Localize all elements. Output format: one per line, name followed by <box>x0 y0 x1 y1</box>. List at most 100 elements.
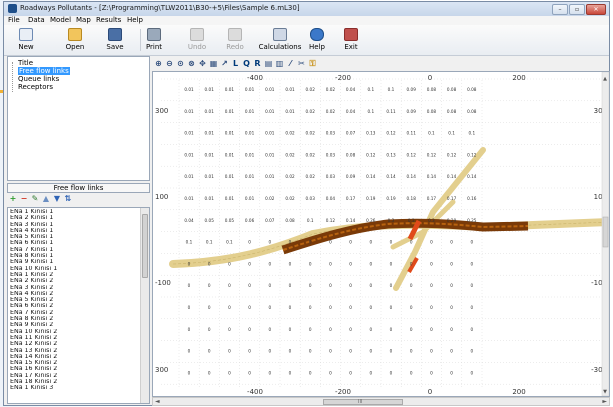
sort-icon[interactable]: ⇅ <box>64 195 72 203</box>
receptor-value: 0.09 <box>407 87 417 92</box>
receptor-value: 0.01 <box>205 131 215 136</box>
remove-icon[interactable]: − <box>20 195 28 203</box>
key-icon[interactable]: ⚿ <box>308 59 317 68</box>
link-list-item[interactable]: ENâ 1 Kinisi 3 <box>10 385 138 391</box>
receptor-value: 0.13 <box>386 152 396 157</box>
map-horizontal-scrollbar[interactable]: ◄ III ► <box>152 397 610 406</box>
links-list-scroll-thumb[interactable] <box>142 214 148 278</box>
receptor-value: 0.05 <box>205 218 215 223</box>
receptor-value: 0.01 <box>265 174 275 179</box>
menu-map[interactable]: Map <box>76 16 91 25</box>
receptor-value: 0 <box>470 327 473 332</box>
scroll-right-icon[interactable]: ► <box>602 398 607 405</box>
receptor-value: 0 <box>349 240 352 245</box>
receptor-value: 0 <box>268 370 271 375</box>
tree-item-receptors[interactable]: Receptors <box>18 83 53 91</box>
receptor-value: 0 <box>349 327 352 332</box>
receptor-value: 0.01 <box>205 87 215 92</box>
receptor-value: 0.11 <box>407 131 417 136</box>
tree-item-title[interactable]: Title <box>18 59 33 67</box>
receptor-value: 0.01 <box>205 196 215 201</box>
edit-icon[interactable]: ✎ <box>31 195 39 203</box>
links-list-scrollbar[interactable] <box>140 208 149 403</box>
tree-item-queue-links[interactable]: Queue links <box>18 75 59 83</box>
receptor-value: 0.26 <box>366 218 376 223</box>
receptor-value: 0.17 <box>447 196 457 201</box>
erase-icon[interactable]: ✂ <box>297 59 306 68</box>
zoom-window-icon[interactable]: ⊙ <box>176 59 185 68</box>
receptor-value: 0.03 <box>326 152 336 157</box>
receptor-value: 0 <box>289 261 292 266</box>
receptor-tool-icon[interactable]: R <box>253 59 262 68</box>
print-button[interactable]: Print <box>134 27 174 53</box>
receptor-value: 0 <box>430 349 433 354</box>
receptor-value: 0 <box>369 305 372 310</box>
receptor-value: 0.01 <box>225 174 235 179</box>
new-label: New <box>18 43 34 51</box>
add-icon[interactable]: + <box>9 195 17 203</box>
open-button[interactable]: Open <box>55 27 95 53</box>
menu-data[interactable]: Data <box>28 16 45 25</box>
undo-button[interactable]: Undo <box>177 27 217 53</box>
move-up-icon[interactable]: ▲ <box>42 195 50 203</box>
receptor-value: 0.14 <box>447 174 457 179</box>
scroll-left-icon[interactable]: ◄ <box>155 398 160 405</box>
draw-link-icon[interactable]: ⁄ <box>286 59 295 68</box>
receptor-value: 0 <box>349 370 352 375</box>
links-list: ENâ 1 Kinisi 1 ENâ 2 Kinisi 1 ENâ 3 Kinisi… <box>7 207 150 404</box>
menu-file[interactable]: File <box>8 16 20 25</box>
axis-label-left: -100 <box>155 279 171 287</box>
receptor-value: 0 <box>208 261 211 266</box>
map-drawing[interactable]: -400 -200 0 200-400 -200 0 200300100-100300300… <box>153 72 609 396</box>
menu-model[interactable]: Model <box>50 16 71 25</box>
receptor-value: 0 <box>248 305 251 310</box>
minimize-button[interactable]: – <box>552 4 568 15</box>
receptor-value: 0 <box>450 349 453 354</box>
receptor-value: 0 <box>268 261 271 266</box>
receptor-grid-icon[interactable]: ▥ <box>275 59 284 68</box>
tree-item-free-flow-links[interactable]: Free flow links <box>18 67 70 75</box>
menu-bar: File Data Model Map Results Help <box>4 16 609 25</box>
queue-tool-icon[interactable]: Q <box>242 59 251 68</box>
maximize-button[interactable]: ▫ <box>569 4 585 15</box>
receptor-value: 0 <box>228 327 231 332</box>
link-tool-icon[interactable]: L <box>231 59 240 68</box>
redo-button[interactable]: Redo <box>215 27 255 53</box>
model-tree: Title Free flow links Queue links Recept… <box>7 56 150 181</box>
receptor-value: 0 <box>188 349 191 354</box>
map-canvas[interactable]: -400 -200 0 200 -400 -200 0 200 300 100 -100 300 300… <box>152 71 610 397</box>
pan-icon[interactable]: ✥ <box>198 59 207 68</box>
title-bar[interactable]: Roadways Pollutants - [Z:\Programming\TL… <box>4 2 609 17</box>
receptor-value: 0 <box>390 283 393 288</box>
receptor-value: 0.08 <box>427 109 437 114</box>
zoom-in-icon[interactable]: ⊕ <box>154 59 163 68</box>
grid-labels-icon[interactable]: ▤ <box>264 59 273 68</box>
receptor-value: 0.04 <box>346 87 356 92</box>
receptor-value: 0 <box>430 283 433 288</box>
new-button[interactable]: New <box>6 27 46 53</box>
receptor-value: 0.05 <box>225 218 235 223</box>
move-down-icon[interactable]: ▼ <box>53 195 61 203</box>
receptor-value: 0 <box>228 370 231 375</box>
zoom-extents-icon[interactable]: ⊗ <box>187 59 196 68</box>
save-button[interactable]: Save <box>95 27 135 53</box>
receptor-value: 0 <box>188 370 191 375</box>
receptor-value: 0 <box>289 349 292 354</box>
close-button[interactable]: ✕ <box>586 4 606 15</box>
background-map-icon[interactable]: ▦ <box>209 59 218 68</box>
receptor-value: 0 <box>369 349 372 354</box>
receptor-value: 0.01 <box>205 109 215 114</box>
zoom-out-icon[interactable]: ⊖ <box>165 59 174 68</box>
measure-icon[interactable]: ↗ <box>220 59 229 68</box>
map-scroll-thumb[interactable]: III <box>323 399 403 405</box>
receptor-value: 0 <box>430 327 433 332</box>
exit-button[interactable]: Exit <box>331 27 371 53</box>
receptor-value: 0.01 <box>245 109 255 114</box>
receptor-value: 0.01 <box>265 131 275 136</box>
receptor-value: 0.02 <box>326 109 336 114</box>
receptor-value: 0.06 <box>245 218 255 223</box>
menu-help[interactable]: Help <box>127 16 143 25</box>
receptor-value: 0 <box>248 261 251 266</box>
receptor-value: 0.12 <box>326 218 336 223</box>
menu-results[interactable]: Results <box>96 16 121 25</box>
